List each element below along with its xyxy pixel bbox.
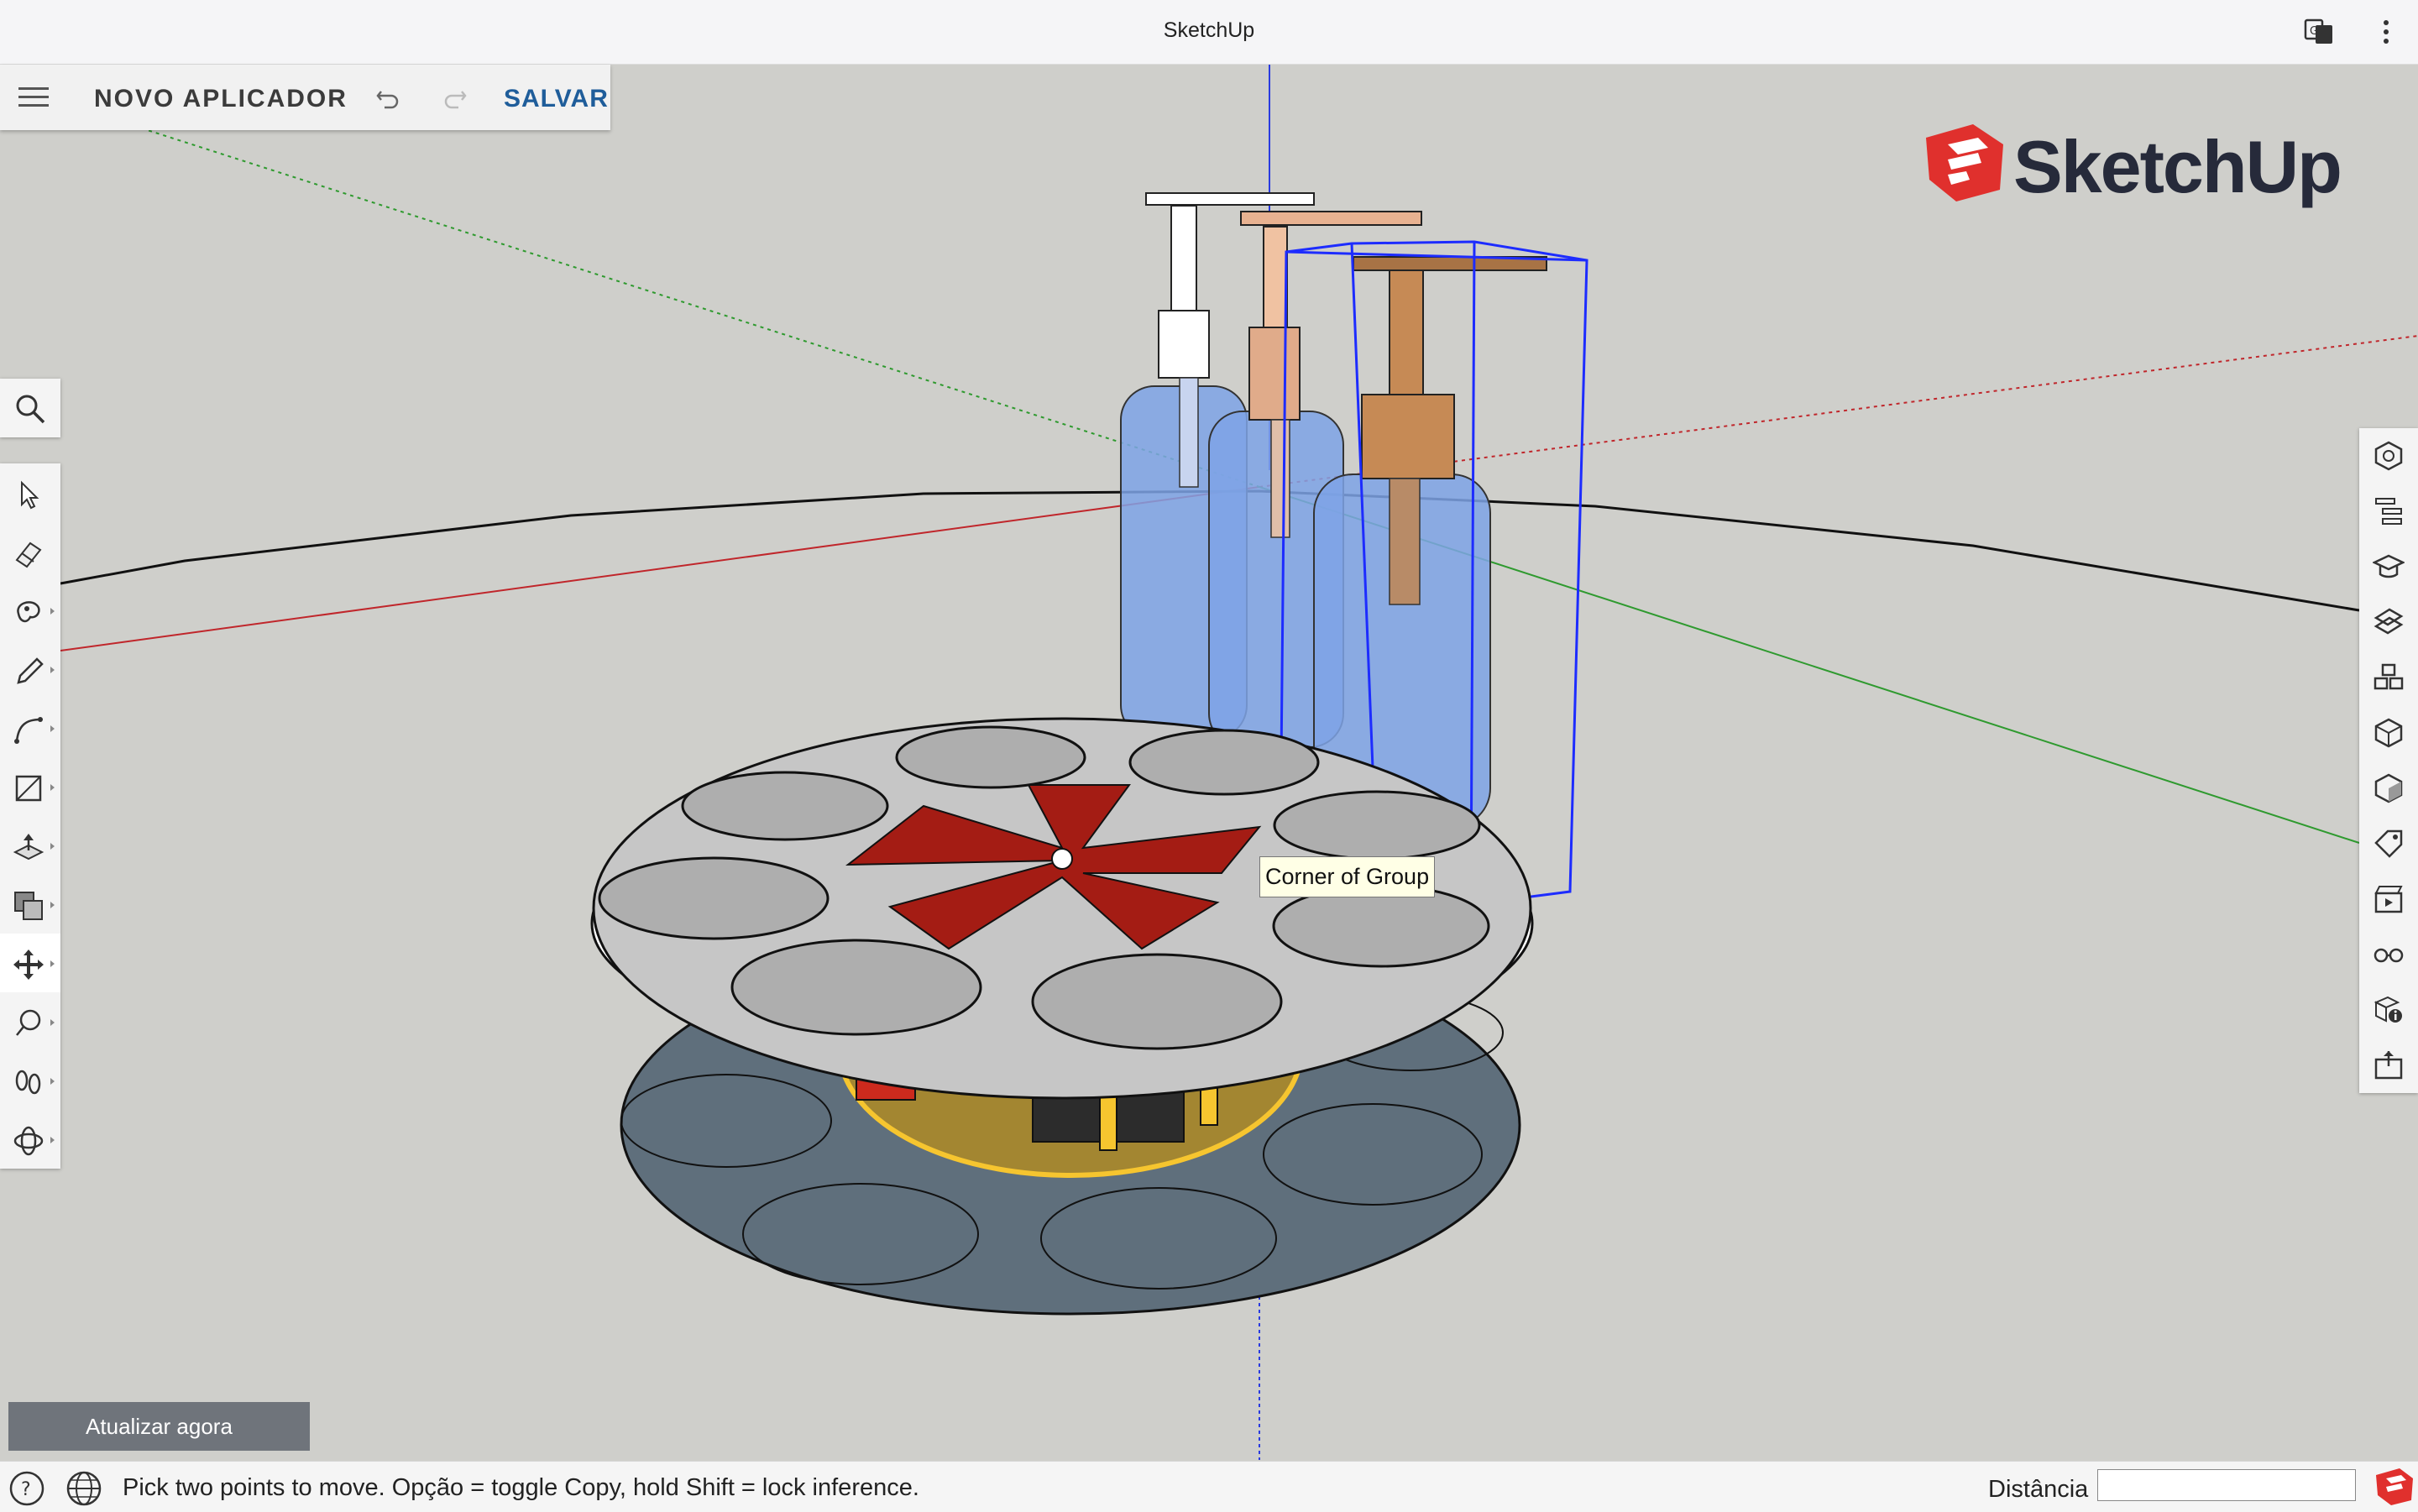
expand-caret (50, 667, 55, 673)
push-pull-tool[interactable] (0, 816, 60, 875)
distance-input[interactable] (2097, 1469, 2356, 1501)
materials-button[interactable] (2359, 594, 2418, 650)
red-axis (60, 486, 1260, 651)
tape-icon (16, 1009, 41, 1036)
inference-tooltip: Corner of Group (1259, 856, 1436, 897)
orbit-icon (13, 1126, 44, 1156)
display-icon (2374, 948, 2404, 963)
styles-button[interactable] (2359, 705, 2418, 761)
document-title: NOVO APLICADOR (94, 85, 348, 112)
expand-caret (50, 1078, 55, 1085)
push-pull-icon (13, 834, 44, 861)
offset-icon (14, 892, 43, 920)
more-options-icon[interactable] (2371, 15, 2405, 49)
materials-icon (2374, 608, 2404, 635)
outliner-button[interactable] (2359, 484, 2418, 539)
tags-button[interactable] (2359, 816, 2418, 871)
entity-info-button[interactable] (2359, 428, 2418, 484)
status-message: Pick two points to move. Opção = toggle … (123, 1474, 919, 1501)
help-icon[interactable]: ? (8, 1470, 45, 1507)
document-toolbar: NOVO APLICADOR SALVAR (0, 65, 610, 130)
pencil-tool[interactable] (0, 640, 60, 698)
status-bar: ? Pick two points to move. Opção = toggl… (0, 1461, 2418, 1512)
outliner-icon (2375, 498, 2402, 525)
right-panels-toolbar (2359, 428, 2418, 1093)
update-now-button[interactable]: Atualizar agora (8, 1402, 310, 1451)
components-icon (2374, 663, 2404, 690)
expand-caret (50, 1137, 55, 1143)
arrow-icon (21, 480, 39, 510)
green-axis-hidden (133, 125, 1260, 488)
shadows-icon (2374, 773, 2403, 803)
expand-caret (50, 960, 55, 967)
tape-measure-tool[interactable] (0, 992, 60, 1051)
paint-bucket-tool[interactable] (0, 581, 60, 640)
window-title: SketchUp (1163, 18, 1255, 42)
save-button[interactable]: SALVAR (504, 85, 609, 113)
styles-icon (2374, 718, 2403, 748)
search-icon[interactable] (13, 392, 47, 426)
translate-icon[interactable]: G (2302, 15, 2336, 49)
model-scene[interactable] (0, 65, 2418, 1460)
expand-caret (50, 843, 55, 850)
expand-caret (50, 784, 55, 791)
arc-tool[interactable] (0, 698, 60, 757)
pencil-icon (17, 657, 44, 684)
export-icon (2374, 1051, 2403, 1080)
eraser-icon (15, 541, 42, 568)
shadows-button[interactable] (2359, 761, 2418, 816)
display-button[interactable] (2359, 927, 2418, 982)
sketchup-logo-mark (1926, 124, 2003, 201)
sketchup-app-icon[interactable] (2374, 1467, 2415, 1507)
window-title-bar: SketchUp G (0, 0, 2418, 65)
offset-tool[interactable] (0, 875, 60, 934)
distance-label: Distância (1988, 1476, 2089, 1503)
undo-icon[interactable] (373, 83, 403, 113)
entity-info-icon (2374, 441, 2403, 471)
top-disk[interactable] (590, 717, 1534, 1100)
tools-panel (0, 463, 60, 1169)
svg-text:?: ? (21, 1479, 31, 1500)
arc-icon (14, 717, 43, 744)
walk-tool[interactable] (0, 1051, 60, 1110)
expand-caret (50, 902, 55, 908)
move-tool[interactable] (0, 934, 60, 992)
components-button[interactable] (2359, 650, 2418, 705)
instructor-button[interactable] (2359, 539, 2418, 594)
search-panel (0, 379, 60, 437)
expand-caret (50, 1019, 55, 1026)
orbit-tool[interactable] (0, 1110, 60, 1169)
instructor-icon (2373, 554, 2405, 578)
redo-icon[interactable] (440, 83, 470, 113)
scenes-icon (2374, 886, 2403, 913)
model-viewport[interactable] (0, 65, 2418, 1460)
scenes-button[interactable] (2359, 871, 2418, 927)
svg-text:G: G (2310, 25, 2318, 38)
sketchup-logo: SketchUp (1923, 119, 2342, 212)
tags-icon (2374, 829, 2403, 858)
footprints-icon (15, 1070, 41, 1095)
select-tool[interactable] (0, 463, 60, 522)
rectangle-icon (15, 775, 42, 802)
paint-icon (17, 601, 40, 623)
expand-caret (50, 725, 55, 732)
model-info-button[interactable] (2359, 982, 2418, 1038)
globe-icon[interactable] (65, 1470, 102, 1507)
move-icon (13, 950, 44, 980)
model-info-icon (2374, 996, 2402, 1023)
hamburger-menu-icon[interactable] (17, 83, 50, 112)
eraser-tool[interactable] (0, 522, 60, 581)
expand-caret (50, 608, 55, 615)
rectangle-tool[interactable] (0, 757, 60, 816)
export-button[interactable] (2359, 1038, 2418, 1093)
sketchup-wordmark: SketchUp (2013, 125, 2342, 208)
